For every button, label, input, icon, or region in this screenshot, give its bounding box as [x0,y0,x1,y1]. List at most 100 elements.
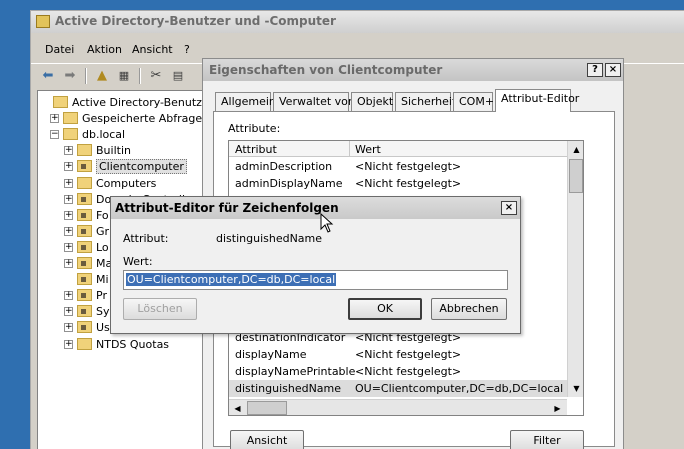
value-label: Wert: [123,255,153,268]
folder-icon [77,337,92,350]
expand-icon[interactable]: + [64,339,73,349]
expand-icon[interactable]: + [64,307,73,317]
forward-arrow-icon[interactable]: ➡ [61,68,79,84]
scroll-right-icon[interactable]: ▶ [549,400,566,415]
attribute-value: <Nicht festgelegt> [355,348,462,362]
folder-icon [77,224,92,237]
expand-icon[interactable]: + [64,259,73,268]
column-header-wert[interactable]: Wert [355,143,381,156]
expand-icon[interactable]: + [64,323,73,333]
menu-help[interactable]: ? [184,43,190,56]
main-title-bar: Active Directory-Benutzer und -Computer [31,11,684,33]
menu-bar: Datei Aktion Ansicht ? [31,41,684,59]
column-divider[interactable] [349,141,350,157]
expand-icon[interactable]: + [64,194,73,204]
attribute-name: distinguishedName [235,382,342,396]
view-button[interactable]: Ansicht [230,430,304,449]
menu-aktion[interactable]: Aktion [87,43,122,56]
folder-icon [63,112,78,125]
attribute-name: displayNamePrintable [235,365,356,379]
tree-item-label: Computers [96,176,157,190]
menu-datei[interactable]: Datei [45,43,74,56]
scroll-thumb[interactable] [569,159,583,193]
expand-icon[interactable]: + [64,291,73,301]
folder-icon [77,289,92,302]
attribute-name-value: distinguishedName [216,232,323,245]
editor-title-bar: Attribut-Editor für Zeichenfolgen × [111,197,520,219]
expand-icon[interactable]: + [64,226,73,236]
cancel-button[interactable]: Abbrechen [431,298,507,320]
up-folder-icon[interactable]: ▲ [93,68,111,84]
properties-title-bar: Eigenschaften von Clientcomputer ? × [203,59,623,81]
back-arrow-icon[interactable]: ⬅ [39,68,57,84]
attribute-row[interactable]: displayName <Nicht festgelegt> [229,346,567,363]
copy-icon[interactable]: ▤ [169,68,187,84]
tab-allgemein[interactable]: Allgemein [215,92,276,111]
tab-com-plus[interactable]: COM+ [453,92,494,111]
tab-attribut-editor[interactable]: Attribut-Editor [495,89,579,112]
scroll-down-icon[interactable]: ▼ [568,380,583,397]
folder-icon [77,257,92,269]
folder-icon [77,176,92,189]
folder-icon [77,160,92,173]
expand-icon[interactable]: + [64,210,73,220]
attribute-row[interactable]: distinguishedName OU=Clientcomputer,DC=db… [229,380,567,398]
folder-icon [77,208,92,221]
expand-icon[interactable]: + [64,146,73,156]
editor-close-button[interactable]: × [501,201,517,215]
folder-icon [53,96,68,108]
vertical-scrollbar[interactable]: ▲ ▼ [567,141,583,397]
close-button[interactable]: × [605,63,621,77]
toolbar-separator [139,68,141,84]
clear-button[interactable]: Löschen [123,298,197,320]
cut-icon[interactable]: ✂ [147,68,165,84]
scroll-up-icon[interactable]: ▲ [568,141,583,158]
scroll-thumb-horizontal[interactable] [247,401,287,415]
attribute-value: <Nicht festgelegt> [355,365,462,379]
expand-icon[interactable]: + [64,162,73,172]
main-window-title: Active Directory-Benutzer und -Computer [55,14,336,28]
tab-verwaltet-von[interactable]: Verwaltet von [273,92,355,111]
filter-button[interactable]: Filter [510,430,584,449]
expand-icon[interactable]: + [64,178,73,188]
tree-item-label: NTDS Quotas [96,337,170,351]
attribute-row[interactable]: adminDisplayName <Nicht festgelegt> [229,175,567,192]
tree-item-label: Gespeicherte Abfragen [82,112,210,126]
tree-item-label: Fo [96,208,109,222]
editor-title: Attribut-Editor für Zeichenfolgen [115,201,339,215]
mouse-cursor-icon [320,213,334,233]
tree-item-label: Lo [96,240,109,254]
value-input[interactable]: OU=Clientcomputer,DC=db,DC=local [123,270,508,290]
folder-icon [77,305,92,318]
attribute-value: OU=Clientcomputer,DC=db,DC=local [355,382,564,396]
tree-item-label: db.local [82,128,126,142]
attribute-row[interactable]: displayNamePrintable <Nicht festgelegt> [229,363,567,380]
properties-title: Eigenschaften von Clientcomputer [209,63,443,77]
attributes-label: Attribute: [228,122,281,135]
horizontal-scrollbar[interactable]: ◀ ▶ [229,399,567,415]
menu-ansicht[interactable]: Ansicht [132,43,173,56]
tree-item-label: Sy [96,305,110,319]
tab-sicherheit[interactable]: Sicherheit [395,92,456,111]
collapse-icon[interactable]: − [50,130,59,140]
attribute-row[interactable]: adminDescription <Nicht festgelegt> [229,158,567,175]
ok-button[interactable]: OK [348,298,422,320]
tree-item-label: Pr [96,289,107,303]
folder-icon [63,128,78,141]
folder-icon [77,321,92,334]
help-button[interactable]: ? [587,63,603,77]
column-header-attribut[interactable]: Attribut [235,143,277,156]
app-icon [36,15,50,28]
tree-item-label: Gr [96,224,110,238]
scroll-left-icon[interactable]: ◀ [229,400,246,415]
tab-objekt[interactable]: Objekt [351,92,393,111]
expand-icon[interactable]: + [64,242,73,252]
tab-strip: Allgemein Verwaltet von Objekt Sicherhei… [213,89,613,112]
attribute-list-header: Attribut Wert [229,141,567,157]
attribute-value: <Nicht festgelegt> [355,160,462,173]
expand-icon[interactable]: + [50,114,59,124]
tree-item-label: Clientcomputer [96,159,187,175]
show-tree-icon[interactable]: ▦ [115,68,133,84]
value-text: OU=Clientcomputer,DC=db,DC=local [126,273,337,286]
folder-icon [77,144,92,157]
